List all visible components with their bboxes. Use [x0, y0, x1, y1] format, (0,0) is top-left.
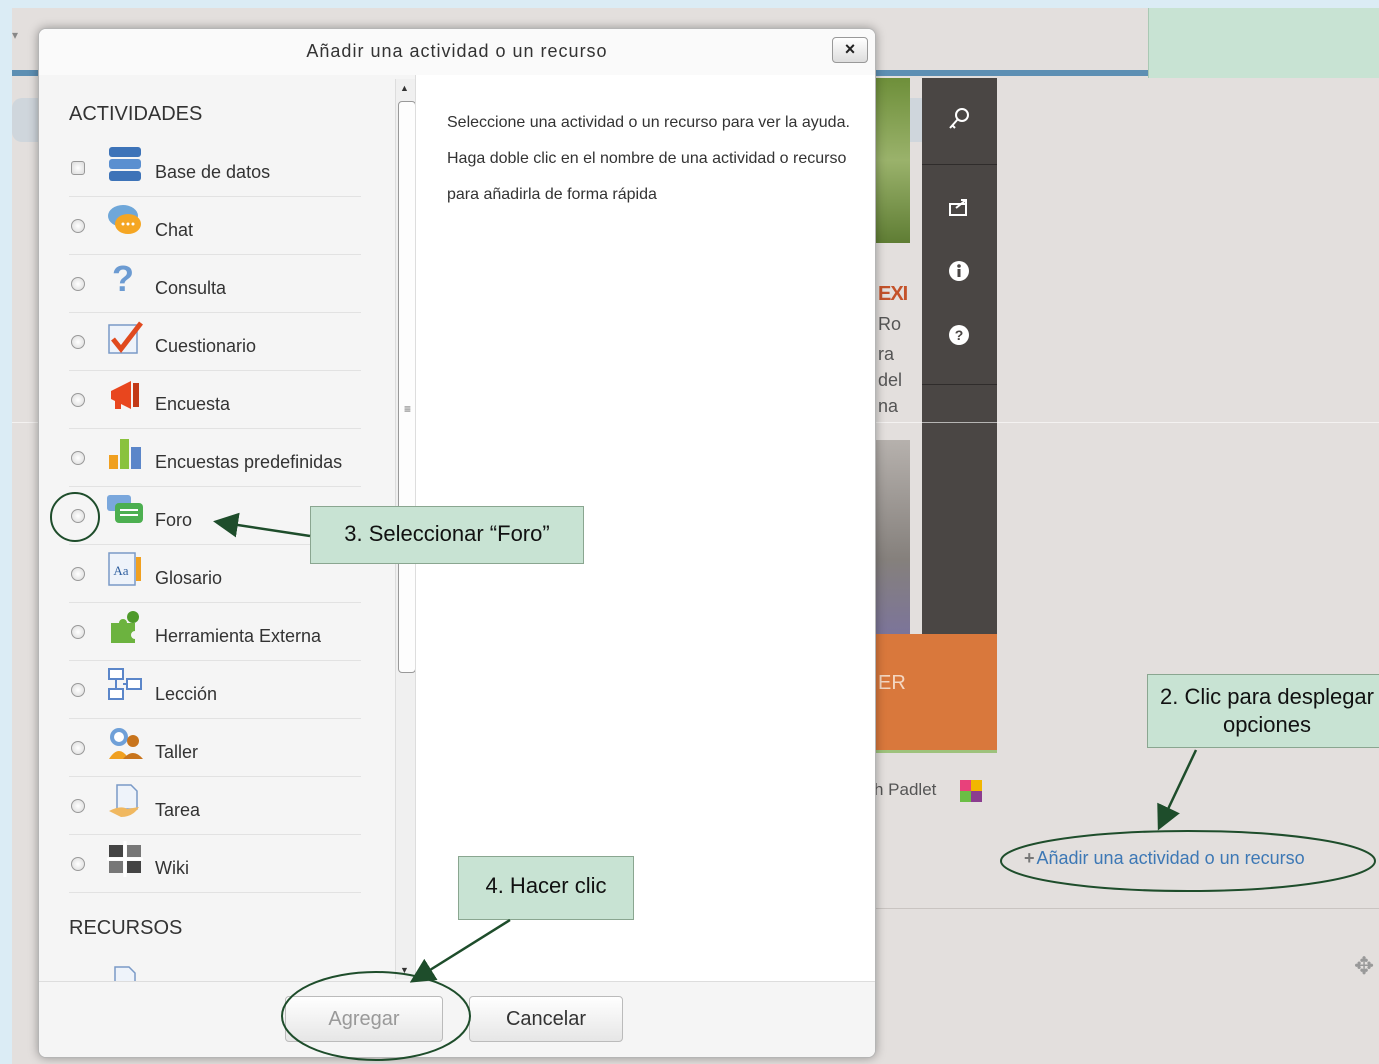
annotation-circle-foro	[50, 492, 100, 542]
annotation-arrow-add-link	[1157, 749, 1198, 831]
annotation-ellipse-agregar	[281, 971, 471, 1061]
annotation-overlay	[50, 492, 1376, 1061]
annotation-arrow-foro	[213, 512, 311, 538]
annotation-ellipse-add-link	[1000, 830, 1376, 892]
annotation-arrow-agregar	[409, 918, 511, 983]
